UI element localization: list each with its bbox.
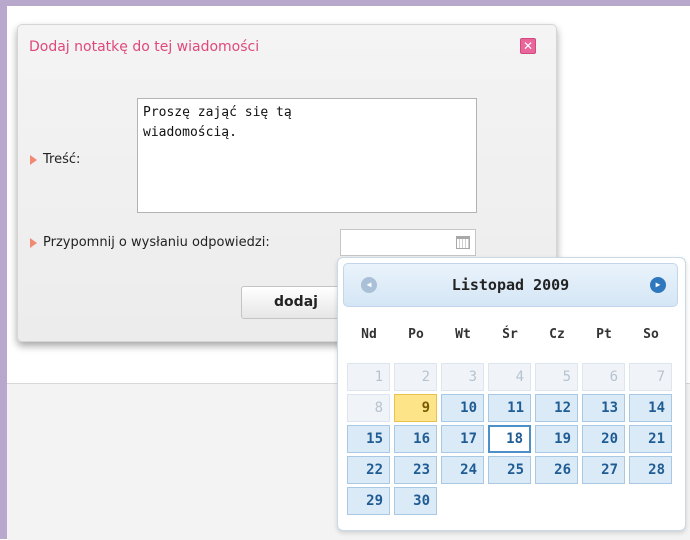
calendar-day[interactable]: 18: [488, 425, 531, 453]
weekday-header: Po: [408, 327, 424, 342]
reminder-date-input[interactable]: [340, 229, 476, 256]
calendar-day[interactable]: 25: [488, 456, 531, 484]
calendar-day[interactable]: 28: [629, 456, 672, 484]
calendar-day: 7: [629, 363, 672, 391]
calendar-icon[interactable]: [456, 236, 470, 249]
calendar-day[interactable]: 23: [394, 456, 437, 484]
bullet-arrow-icon: [30, 155, 37, 165]
calendar-day[interactable]: 21: [629, 425, 672, 453]
weekday-header: Pt: [596, 327, 612, 342]
calendar-day[interactable]: 30: [394, 487, 437, 515]
weekday-header: Wt: [455, 327, 471, 342]
bullet-arrow-icon: [30, 238, 37, 248]
calendar-day: 4: [488, 363, 531, 391]
calendar-day[interactable]: 24: [441, 456, 484, 484]
calendar-day[interactable]: 15: [347, 425, 390, 453]
content-textarea[interactable]: Proszę zająć się tą wiadomością.: [137, 98, 477, 213]
weekday-header: Śr: [502, 327, 518, 342]
calendar-day: 1: [347, 363, 390, 391]
reminder-label: Przypomnij o wysłaniu odpowiedzi:: [43, 235, 270, 250]
calendar-day[interactable]: 20: [582, 425, 625, 453]
calendar-day[interactable]: 16: [394, 425, 437, 453]
calendar-day[interactable]: 12: [535, 394, 578, 422]
add-button[interactable]: dodaj: [241, 286, 351, 319]
dialog-title: Dodaj notatkę do tej wiadomości: [29, 39, 260, 55]
calendar-day[interactable]: 13: [582, 394, 625, 422]
calendar-day[interactable]: 27: [582, 456, 625, 484]
date-picker: ◀ Listopad 2009 ▶ Nd Po Wt Śr Cz Pt So 1 2 3 4 5 6 7 8…: [337, 257, 686, 531]
weekday-header: Cz: [549, 327, 565, 342]
weekday-header: Nd: [361, 327, 377, 342]
calendar-day: 6: [582, 363, 625, 391]
calendar-month-title: Listopad 2009: [451, 276, 570, 294]
calendar-day[interactable]: 9: [394, 394, 437, 422]
calendar-day[interactable]: 10: [441, 394, 484, 422]
calendar-day[interactable]: 22: [347, 456, 390, 484]
calendar-day: 3: [441, 363, 484, 391]
calendar-day: 5: [535, 363, 578, 391]
calendar-header: ◀ Listopad 2009 ▶: [343, 263, 678, 307]
calendar-day[interactable]: 11: [488, 394, 531, 422]
calendar-day[interactable]: 26: [535, 456, 578, 484]
chevron-right-icon[interactable]: ▶: [650, 277, 666, 293]
close-icon[interactable]: ✕: [520, 38, 536, 54]
calendar-day[interactable]: 17: [441, 425, 484, 453]
calendar-day[interactable]: 29: [347, 487, 390, 515]
weekday-header: So: [643, 327, 659, 342]
calendar-day: 8: [347, 394, 390, 422]
content-label: Treść:: [43, 152, 81, 167]
calendar-day: 2: [394, 363, 437, 391]
calendar-day[interactable]: 14: [629, 394, 672, 422]
calendar-day[interactable]: 19: [535, 425, 578, 453]
